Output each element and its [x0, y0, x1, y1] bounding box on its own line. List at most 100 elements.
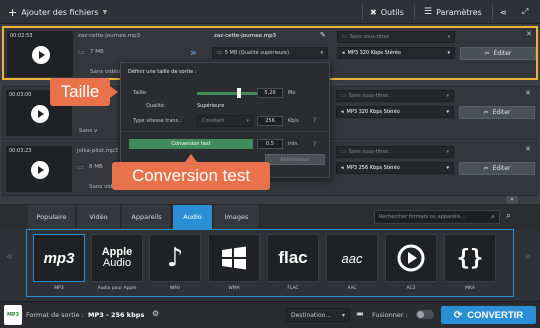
tab-label: Appareils: [131, 213, 162, 221]
format-tabs-bar: Populaire Vidéo Appareils Audio Images R…: [0, 205, 540, 229]
mka-icon: {}: [456, 245, 484, 271]
expand-button[interactable]: ⤢: [522, 4, 528, 20]
convert-label: CONVERTIR: [467, 309, 524, 321]
edit-button[interactable]: ✂ Éditer: [459, 162, 535, 175]
audio-track-select[interactable]: ◂ MP3 256 Kbps Stéréo ▾: [336, 162, 454, 174]
chevron-down-icon: ▾: [446, 109, 449, 115]
quality-label: Qualité:: [146, 103, 166, 109]
callout-test: Conversion test: [112, 162, 270, 190]
format-mka[interactable]: {}: [444, 234, 496, 282]
format-label: AC3: [406, 286, 416, 291]
rate-input[interactable]: 256: [257, 116, 283, 126]
tab-label: Populaire: [36, 213, 67, 221]
tab-popular[interactable]: Populaire: [28, 205, 76, 229]
folder-icon[interactable]: ▬: [356, 309, 364, 318]
tab-images[interactable]: Images: [214, 205, 260, 229]
edit-label: Éditer: [492, 165, 511, 172]
format-label: MKA: [465, 286, 475, 291]
callout-size: Taille: [50, 78, 110, 106]
convert-icon: ⟳: [453, 309, 463, 321]
format-ac3[interactable]: [385, 234, 437, 282]
destination-select[interactable]: Destination... ▾: [286, 308, 350, 322]
file-thumbnail[interactable]: 00:03:23: [6, 146, 72, 192]
edit-button[interactable]: ✂ Éditer: [460, 47, 536, 60]
quality-value: Supérieure: [197, 103, 225, 109]
output-file-name: zaz-cette-journee.mp3: [214, 33, 277, 39]
format-search-input: Rechercher formats ou appareils...: [379, 214, 466, 220]
format-flac[interactable]: flac: [267, 234, 319, 282]
duration: 00:03:23: [9, 148, 32, 154]
duration: 00:03:00: [9, 92, 32, 98]
format-apple-audio[interactable]: Apple Audio: [91, 234, 143, 282]
tab-audio[interactable]: Audio: [173, 205, 213, 229]
play-icon[interactable]: [31, 161, 49, 179]
size-unit: Mo: [288, 90, 296, 96]
toolbar-divider: [492, 4, 493, 20]
rate-unit: Kb/s: [288, 118, 299, 124]
close-icon[interactable]: ✕: [525, 89, 531, 97]
format-mp3[interactable]: mp3: [33, 234, 85, 282]
audio-track-value: MP3 320 Kbps Stéréo: [346, 109, 400, 115]
tab-devices[interactable]: Appareils: [122, 205, 172, 229]
format-search-field[interactable]: Rechercher formats ou appareils... ⌕: [374, 210, 500, 224]
scroll-right-icon[interactable]: »: [524, 249, 531, 263]
format-wma[interactable]: [208, 234, 260, 282]
subtitles-select[interactable]: ▭ Sans sous-titres ▾: [336, 90, 454, 102]
audio-track-select[interactable]: ◂ MP3 320 Kbps Stéréo ▾: [337, 47, 455, 59]
conversion-test-button[interactable]: Conversion test: [129, 139, 253, 149]
play-icon[interactable]: [32, 46, 50, 64]
output-size-select[interactable]: ▭ 5 MB (Qualité supérieure) ▾: [212, 47, 328, 59]
format-aac[interactable]: aac: [326, 234, 378, 282]
merge-toggle[interactable]: [416, 310, 434, 319]
app-logo: MP3: [4, 305, 22, 325]
close-icon[interactable]: ✕: [525, 145, 531, 153]
test-duration-input[interactable]: 0,5: [257, 139, 283, 149]
gear-icon[interactable]: ⚙: [152, 309, 159, 318]
file-thumbnail[interactable]: 00:02:53: [7, 31, 73, 77]
tab-label: Vidéo: [89, 213, 108, 221]
flac-icon: flac: [278, 248, 308, 267]
format-label: WMA: [228, 286, 240, 291]
help-icon[interactable]: ?: [313, 117, 316, 124]
popup-title: Définir une taille de sortie :: [128, 69, 197, 75]
tools-button[interactable]: ✖ Outils: [370, 4, 404, 20]
pencil-icon[interactable]: ✎: [320, 31, 326, 39]
format-label: MP3: [54, 286, 64, 291]
duration: 00:02:53: [10, 33, 33, 39]
settings-button[interactable]: ☰ Paramètres: [424, 4, 482, 20]
tab-label: Images: [224, 213, 249, 221]
edit-button[interactable]: ✂ Éditer: [459, 106, 535, 119]
audio-track-select[interactable]: ◂ MP3 320 Kbps Stéréo ▾: [336, 106, 454, 118]
subtitles-icon: ▭: [342, 34, 347, 40]
speaker-icon: ◂: [342, 50, 345, 56]
subtitles-select[interactable]: ▭ Sans sous-titres ▾: [336, 146, 454, 158]
callout-test-text: Conversion test: [131, 166, 251, 185]
format-label: Audio pour Apple: [97, 286, 137, 291]
chevron-down-icon: ▾: [446, 93, 449, 99]
scroll-left-icon[interactable]: «: [6, 249, 13, 263]
rate-mode-select[interactable]: Constant ▾: [197, 115, 253, 127]
collapse-icon[interactable]: »: [506, 196, 518, 204]
share-button[interactable]: ⋖: [500, 4, 507, 20]
help-icon[interactable]: ?: [313, 141, 316, 148]
callout-test-arrow: [185, 154, 197, 162]
add-files-label: Ajouter des fichiers: [21, 7, 99, 17]
tab-video[interactable]: Vidéo: [77, 205, 121, 229]
subtitles-select[interactable]: ▭ Sans sous-titres ▾: [337, 31, 455, 43]
device-detect-icon[interactable]: ⌕: [506, 211, 511, 221]
chevron-down-icon: ▾: [446, 149, 449, 155]
close-icon[interactable]: ✕: [526, 30, 532, 38]
audio-track-value: MP3 256 Kbps Stéréo: [346, 165, 400, 171]
edit-label: Éditer: [492, 109, 511, 116]
file-icon: ▭: [77, 163, 84, 171]
size-input[interactable]: 5,29: [257, 88, 283, 98]
play-icon[interactable]: [31, 105, 49, 123]
file-size: 7 MB: [90, 49, 104, 55]
convert-button[interactable]: ⟳ CONVERTIR: [441, 306, 536, 324]
apple-audio-icon-sub: Audio: [102, 257, 132, 269]
reset-button[interactable]: Réinitialiser: [265, 154, 325, 165]
chevron-down-icon: ▾: [246, 118, 249, 124]
format-wav[interactable]: ♪: [149, 234, 201, 282]
add-files-button[interactable]: + Ajouter des fichiers ▼: [8, 4, 107, 20]
size-slider-handle[interactable]: [237, 88, 241, 98]
